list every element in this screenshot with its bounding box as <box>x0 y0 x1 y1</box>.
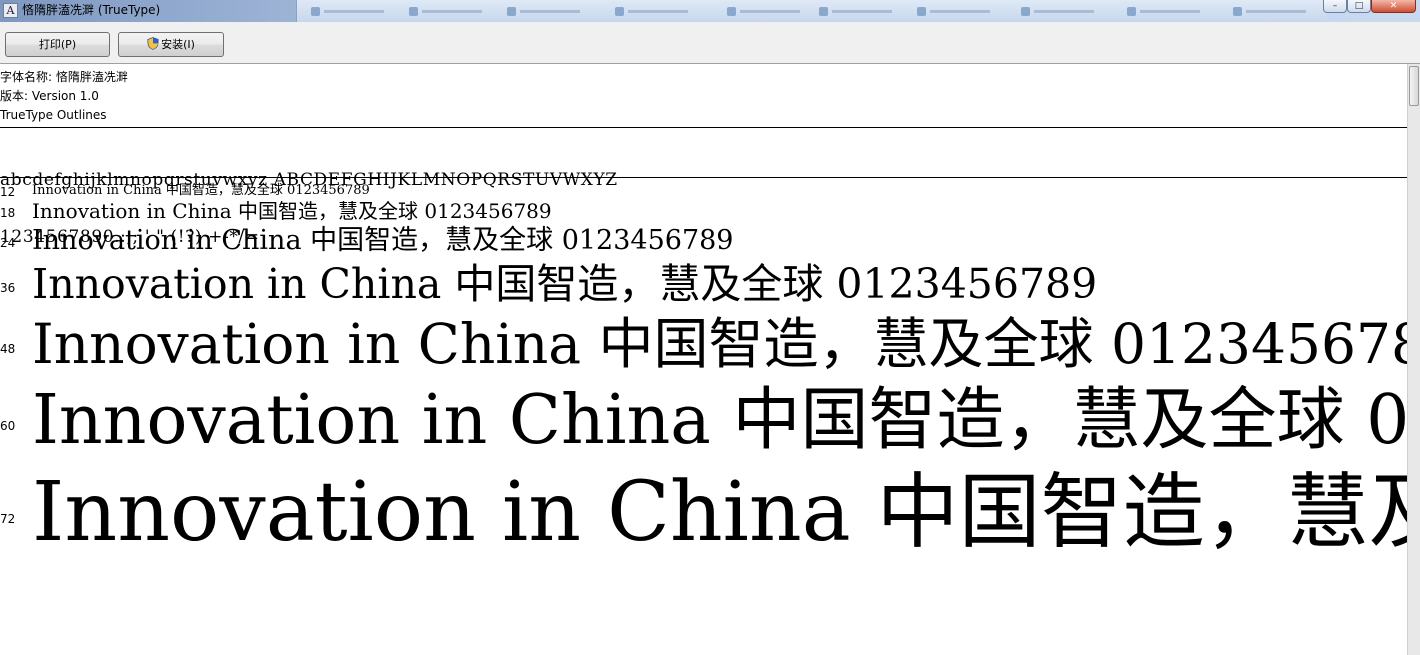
sample-text: Innovation in China 中国智造，慧及全球 0123456789 <box>32 260 1098 308</box>
size-label: 24 <box>0 236 16 250</box>
install-button-label: 安装(I) <box>161 38 195 51</box>
sample-text: Innovation in China 中国智造，慧及全球 0123456789 <box>32 465 1407 560</box>
sample-row-24: 24 Innovation in China 中国智造，慧及全球 0123456… <box>0 227 1407 254</box>
font-preview-pane: 字体名称: 悋隋胖溘冼溿 版本: Version 1.0 TrueType Ou… <box>0 64 1407 655</box>
scrollbar-thumb[interactable] <box>1409 66 1419 106</box>
background-tab <box>409 6 499 18</box>
background-tab <box>1127 6 1217 18</box>
sample-row-48: 48 Innovation in China 中国智造，慧及全球 0123456… <box>0 317 1407 372</box>
print-button[interactable]: 打印(P) <box>5 32 110 57</box>
sample-text: Innovation in China 中国智造，慧及全球 0123456789 <box>32 312 1407 376</box>
font-name-line: 字体名称: 悋隋胖溘冼溿 <box>0 70 128 84</box>
toolbar: 打印(P) 安装(I) <box>0 22 1420 64</box>
font-outline-type-line: TrueType Outlines <box>0 108 107 122</box>
minimize-button[interactable]: – <box>1323 0 1347 13</box>
size-label: 60 <box>0 419 16 433</box>
sample-row-12: 12 Innovation in China 中国智造，慧及全球 0123456… <box>0 184 1407 199</box>
sample-row-60: 60 Innovation in China 中国智造，慧及全球 0123456… <box>0 387 1407 455</box>
sample-text: Innovation in China 中国智造，慧及全球 0123456789 <box>32 183 370 198</box>
divider <box>0 177 1407 178</box>
window-title: 悋隋胖溘冼溿 (TrueType) <box>22 3 161 17</box>
divider <box>0 127 1407 128</box>
background-tab <box>727 6 817 18</box>
background-tab <box>917 6 1007 18</box>
size-label: 12 <box>0 185 16 199</box>
background-tab <box>311 6 401 18</box>
size-label: 48 <box>0 342 16 356</box>
sample-text: Innovation in China 中国智造，慧及全球 0123456789 <box>32 199 552 223</box>
background-tab <box>615 6 705 18</box>
background-window-strip <box>296 0 1327 22</box>
install-button[interactable]: 安装(I) <box>118 32 224 57</box>
background-tab <box>1021 6 1111 18</box>
print-button-label: 打印(P) <box>38 38 77 51</box>
sample-row-72: 72 Innovation in China 中国智造，慧及全球 0123456… <box>0 472 1407 554</box>
sample-text: Innovation in China 中国智造，慧及全球 0123456789 <box>32 381 1407 460</box>
sample-row-18: 18 Innovation in China 中国智造，慧及全球 0123456… <box>0 201 1407 221</box>
size-label: 72 <box>0 512 16 526</box>
window-controls: – □ ✕ <box>1323 0 1420 20</box>
close-button[interactable]: ✕ <box>1371 0 1416 13</box>
sample-text: Innovation in China 中国智造，慧及全球 0123456789 <box>32 225 734 256</box>
size-label: 18 <box>0 206 16 220</box>
title-bar[interactable]: A 悋隋胖溘冼溿 (TrueType) – □ ✕ <box>0 0 1420 22</box>
sample-row-36: 36 Innovation in China 中国智造，慧及全球 0123456… <box>0 264 1407 305</box>
background-tab <box>1233 6 1323 18</box>
vertical-scrollbar[interactable] <box>1407 64 1420 655</box>
font-info-block: 字体名称: 悋隋胖溘冼溿 版本: Version 1.0 TrueType Ou… <box>0 68 128 125</box>
size-label: 36 <box>0 281 16 295</box>
font-file-icon: A <box>3 3 18 18</box>
uac-shield-icon <box>147 37 159 50</box>
maximize-button[interactable]: □ <box>1347 0 1371 13</box>
background-tab <box>819 6 909 18</box>
font-version-line: 版本: Version 1.0 <box>0 89 99 103</box>
background-tab <box>507 6 597 18</box>
